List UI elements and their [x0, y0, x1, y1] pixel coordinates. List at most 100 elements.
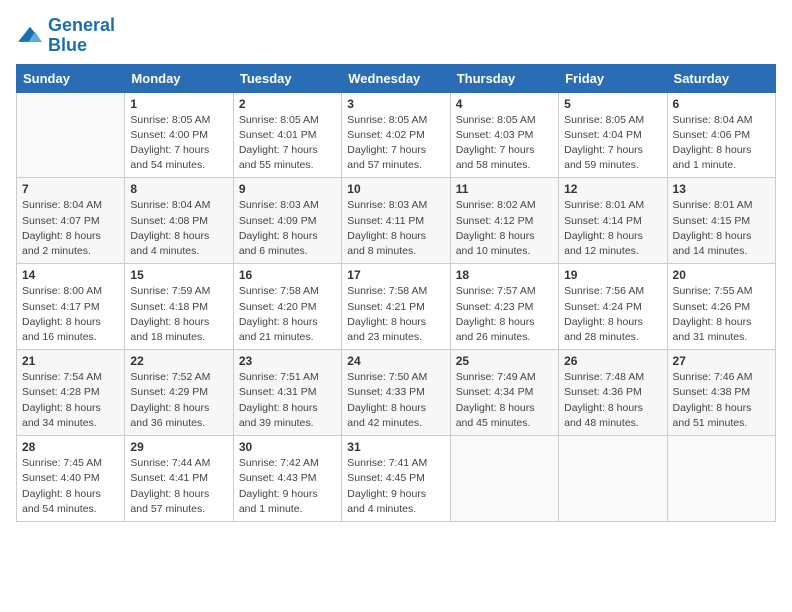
day-info: Sunrise: 8:04 AM Sunset: 4:08 PM Dayligh…: [130, 198, 227, 259]
day-info: Sunrise: 8:05 AM Sunset: 4:02 PM Dayligh…: [347, 113, 444, 174]
weekday-header: Sunday: [17, 64, 125, 92]
weekday-header: Wednesday: [342, 64, 450, 92]
calendar-day-cell: 28 Sunrise: 7:45 AM Sunset: 4:40 PM Dayli…: [17, 436, 125, 522]
day-number: 31: [347, 440, 444, 454]
day-info: Sunrise: 7:42 AM Sunset: 4:43 PM Dayligh…: [239, 456, 336, 517]
day-info: Sunrise: 7:57 AM Sunset: 4:23 PM Dayligh…: [456, 284, 553, 345]
day-number: 24: [347, 354, 444, 368]
day-number: 22: [130, 354, 227, 368]
day-number: 20: [673, 268, 770, 282]
day-info: Sunrise: 7:51 AM Sunset: 4:31 PM Dayligh…: [239, 370, 336, 431]
weekday-header: Saturday: [667, 64, 775, 92]
day-info: Sunrise: 7:55 AM Sunset: 4:26 PM Dayligh…: [673, 284, 770, 345]
calendar-day-cell: 18 Sunrise: 7:57 AM Sunset: 4:23 PM Dayli…: [450, 264, 558, 350]
calendar-week-row: 1 Sunrise: 8:05 AM Sunset: 4:00 PM Daylig…: [17, 92, 776, 178]
day-number: 18: [456, 268, 553, 282]
day-info: Sunrise: 8:01 AM Sunset: 4:15 PM Dayligh…: [673, 198, 770, 259]
day-info: Sunrise: 7:50 AM Sunset: 4:33 PM Dayligh…: [347, 370, 444, 431]
calendar-day-cell: 3 Sunrise: 8:05 AM Sunset: 4:02 PM Daylig…: [342, 92, 450, 178]
calendar-day-cell: 25Sunrise: 7:49 AM Sunset: 4:34 PM Dayli…: [450, 350, 558, 436]
calendar-day-cell: 2 Sunrise: 8:05 AM Sunset: 4:01 PM Daylig…: [233, 92, 341, 178]
day-number: 16: [239, 268, 336, 282]
day-number: 30: [239, 440, 336, 454]
calendar-day-cell: 6 Sunrise: 8:04 AM Sunset: 4:06 PM Daylig…: [667, 92, 775, 178]
calendar-week-row: 28 Sunrise: 7:45 AM Sunset: 4:40 PM Dayli…: [17, 436, 776, 522]
day-info: Sunrise: 8:02 AM Sunset: 4:12 PM Dayligh…: [456, 198, 553, 259]
calendar-week-row: 7 Sunrise: 8:04 AM Sunset: 4:07 PM Daylig…: [17, 178, 776, 264]
day-number: 28: [22, 440, 119, 454]
day-number: 4: [456, 97, 553, 111]
calendar-day-cell: [17, 92, 125, 178]
calendar-table: SundayMondayTuesdayWednesdayThursdayFrid…: [16, 64, 776, 522]
calendar-day-cell: 14 Sunrise: 8:00 AM Sunset: 4:17 PM Dayli…: [17, 264, 125, 350]
day-info: Sunrise: 7:41 AM Sunset: 4:45 PM Dayligh…: [347, 456, 444, 517]
day-number: 11: [456, 182, 553, 196]
day-info: Sunrise: 8:03 AM Sunset: 4:09 PM Dayligh…: [239, 198, 336, 259]
calendar-day-cell: 5Sunrise: 8:05 AM Sunset: 4:04 PM Daylig…: [559, 92, 667, 178]
day-info: Sunrise: 8:00 AM Sunset: 4:17 PM Dayligh…: [22, 284, 119, 345]
weekday-header: Tuesday: [233, 64, 341, 92]
day-number: 3: [347, 97, 444, 111]
calendar-day-cell: [559, 436, 667, 522]
day-info: Sunrise: 7:58 AM Sunset: 4:20 PM Dayligh…: [239, 284, 336, 345]
day-info: Sunrise: 7:44 AM Sunset: 4:41 PM Dayligh…: [130, 456, 227, 517]
day-info: Sunrise: 8:04 AM Sunset: 4:06 PM Dayligh…: [673, 113, 770, 174]
day-info: Sunrise: 7:56 AM Sunset: 4:24 PM Dayligh…: [564, 284, 661, 345]
calendar-header-row: SundayMondayTuesdayWednesdayThursdayFrid…: [17, 64, 776, 92]
calendar-week-row: 14 Sunrise: 8:00 AM Sunset: 4:17 PM Dayli…: [17, 264, 776, 350]
day-number: 8: [130, 182, 227, 196]
calendar-day-cell: 17 Sunrise: 7:58 AM Sunset: 4:21 PM Dayli…: [342, 264, 450, 350]
calendar-day-cell: 8 Sunrise: 8:04 AM Sunset: 4:08 PM Daylig…: [125, 178, 233, 264]
calendar-day-cell: 31 Sunrise: 7:41 AM Sunset: 4:45 PM Dayli…: [342, 436, 450, 522]
day-info: Sunrise: 8:05 AM Sunset: 4:01 PM Dayligh…: [239, 113, 336, 174]
day-number: 23: [239, 354, 336, 368]
day-number: 27: [673, 354, 770, 368]
calendar-day-cell: 4 Sunrise: 8:05 AM Sunset: 4:03 PM Daylig…: [450, 92, 558, 178]
day-info: Sunrise: 7:58 AM Sunset: 4:21 PM Dayligh…: [347, 284, 444, 345]
day-info: Sunrise: 7:59 AM Sunset: 4:18 PM Dayligh…: [130, 284, 227, 345]
logo-text: General Blue: [48, 16, 115, 56]
weekday-header: Thursday: [450, 64, 558, 92]
day-info: Sunrise: 8:05 AM Sunset: 4:03 PM Dayligh…: [456, 113, 553, 174]
day-info: Sunrise: 7:54 AM Sunset: 4:28 PM Dayligh…: [22, 370, 119, 431]
day-info: Sunrise: 8:03 AM Sunset: 4:11 PM Dayligh…: [347, 198, 444, 259]
day-number: 13: [673, 182, 770, 196]
calendar-day-cell: 10 Sunrise: 8:03 AM Sunset: 4:11 PM Dayli…: [342, 178, 450, 264]
calendar-day-cell: 12 Sunrise: 8:01 AM Sunset: 4:14 PM Dayli…: [559, 178, 667, 264]
day-info: Sunrise: 8:05 AM Sunset: 4:04 PM Dayligh…: [564, 113, 661, 174]
day-number: 10: [347, 182, 444, 196]
calendar-day-cell: 30 Sunrise: 7:42 AM Sunset: 4:43 PM Dayli…: [233, 436, 341, 522]
day-info: Sunrise: 8:05 AM Sunset: 4:00 PM Dayligh…: [130, 113, 227, 174]
calendar-day-cell: 22 Sunrise: 7:52 AM Sunset: 4:29 PM Dayli…: [125, 350, 233, 436]
calendar-day-cell: [667, 436, 775, 522]
day-info: Sunrise: 8:01 AM Sunset: 4:14 PM Dayligh…: [564, 198, 661, 259]
day-number: 6: [673, 97, 770, 111]
day-number: 15: [130, 268, 227, 282]
day-number: 26: [564, 354, 661, 368]
day-number: 12: [564, 182, 661, 196]
calendar-day-cell: 13 Sunrise: 8:01 AM Sunset: 4:15 PM Dayli…: [667, 178, 775, 264]
day-info: Sunrise: 7:45 AM Sunset: 4:40 PM Dayligh…: [22, 456, 119, 517]
logo-icon: [16, 25, 44, 47]
calendar-day-cell: 16 Sunrise: 7:58 AM Sunset: 4:20 PM Dayli…: [233, 264, 341, 350]
day-info: Sunrise: 7:52 AM Sunset: 4:29 PM Dayligh…: [130, 370, 227, 431]
day-info: Sunrise: 8:04 AM Sunset: 4:07 PM Dayligh…: [22, 198, 119, 259]
calendar-day-cell: 11 Sunrise: 8:02 AM Sunset: 4:12 PM Dayli…: [450, 178, 558, 264]
day-number: 17: [347, 268, 444, 282]
calendar-day-cell: 20 Sunrise: 7:55 AM Sunset: 4:26 PM Dayli…: [667, 264, 775, 350]
day-info: Sunrise: 7:48 AM Sunset: 4:36 PM Dayligh…: [564, 370, 661, 431]
day-number: 1: [130, 97, 227, 111]
calendar-day-cell: 24 Sunrise: 7:50 AM Sunset: 4:33 PM Dayli…: [342, 350, 450, 436]
calendar-day-cell: 27Sunrise: 7:46 AM Sunset: 4:38 PM Dayli…: [667, 350, 775, 436]
day-number: 2: [239, 97, 336, 111]
day-number: 21: [22, 354, 119, 368]
calendar-day-cell: 9Sunrise: 8:03 AM Sunset: 4:09 PM Daylig…: [233, 178, 341, 264]
calendar-day-cell: [450, 436, 558, 522]
calendar-day-cell: 1 Sunrise: 8:05 AM Sunset: 4:00 PM Daylig…: [125, 92, 233, 178]
day-number: 14: [22, 268, 119, 282]
calendar-day-cell: 29Sunrise: 7:44 AM Sunset: 4:41 PM Dayli…: [125, 436, 233, 522]
day-number: 25: [456, 354, 553, 368]
logo: General Blue: [16, 16, 115, 56]
day-number: 19: [564, 268, 661, 282]
day-number: 7: [22, 182, 119, 196]
